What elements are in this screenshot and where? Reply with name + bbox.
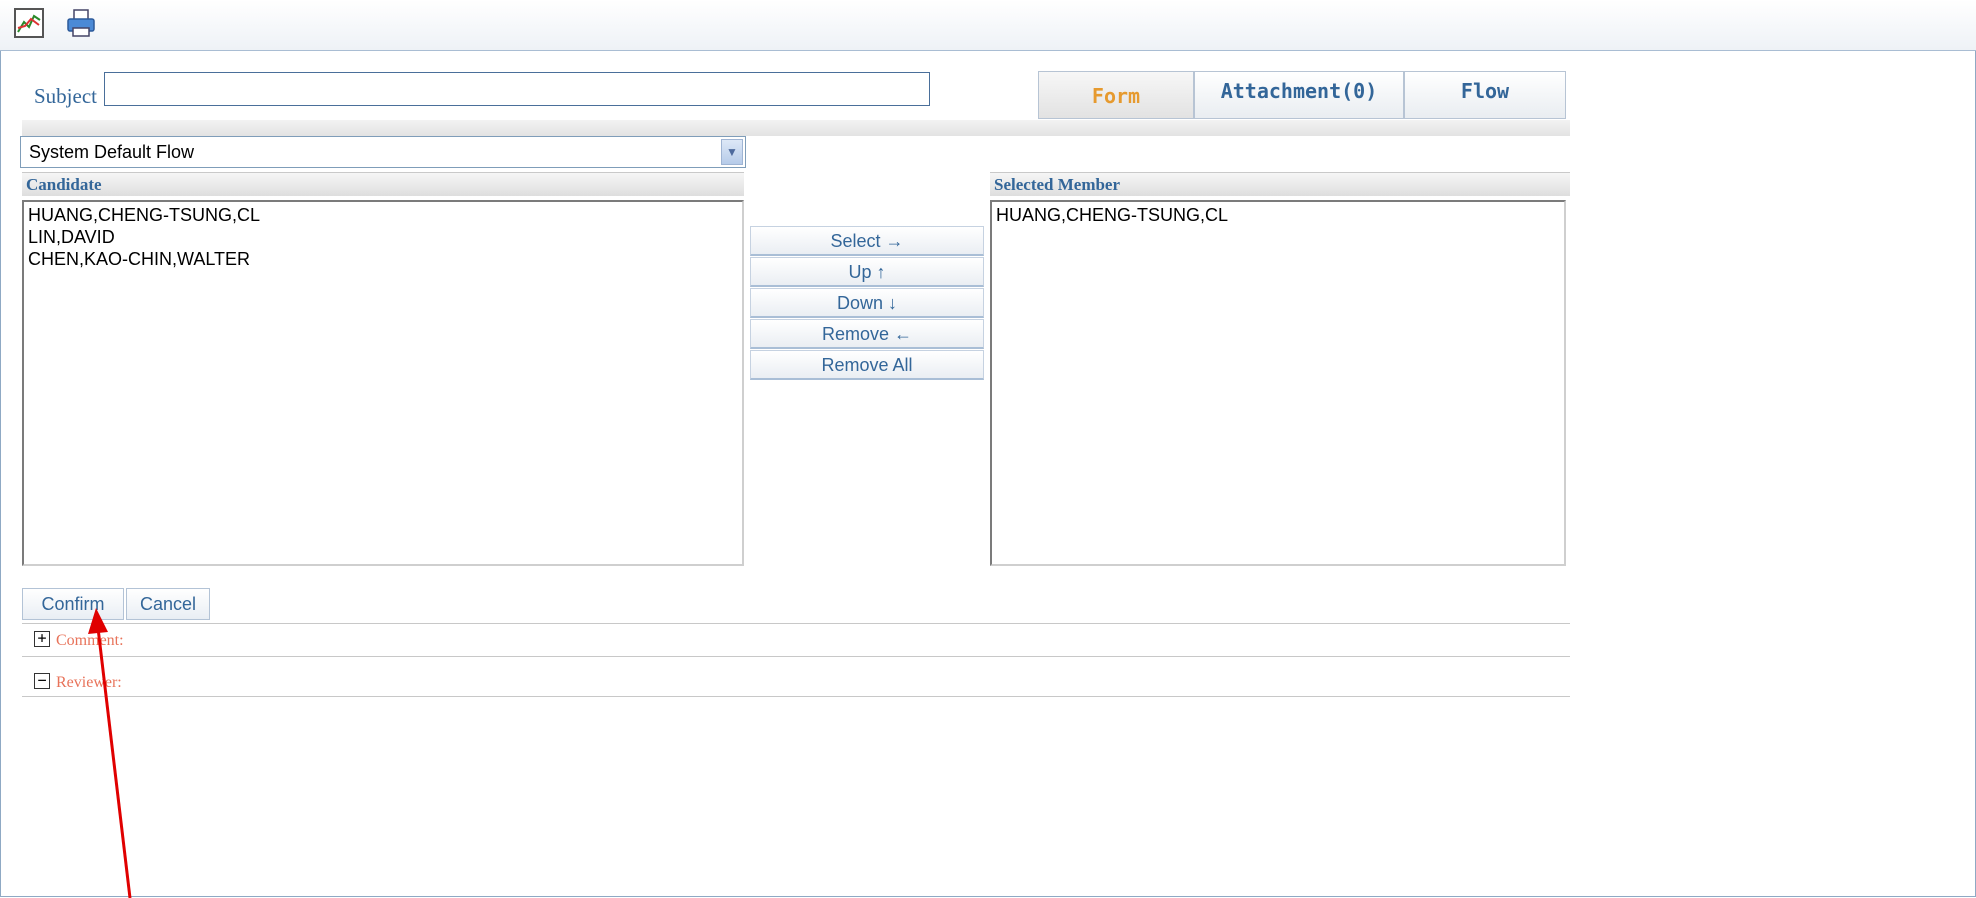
annotation-arrow-icon [88, 608, 132, 898]
